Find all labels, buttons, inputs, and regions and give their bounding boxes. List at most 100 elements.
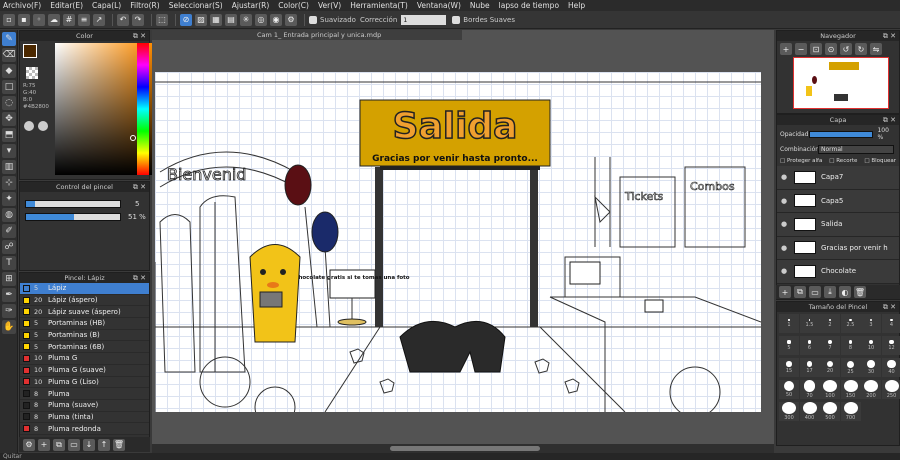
document-tab[interactable]: Cam 1_ Entrada principal y unica.mdp [152,30,462,40]
snap-off-icon[interactable]: ⊘ [180,13,192,26]
brush-size-preset[interactable]: 20 [820,358,840,377]
layer-merge-icon[interactable]: ⤓ [824,286,836,298]
menu-item[interactable]: Ventana(W) [417,1,461,10]
brush-size-preset[interactable]: 200 [861,380,881,399]
brush-size-preset[interactable]: 300 [779,402,799,421]
menu-item[interactable]: Archivo(F) [3,1,41,10]
magic-wand-icon[interactable]: ✦ [2,192,16,206]
brush-size-preset[interactable]: 2 [820,314,840,333]
brush-item[interactable]: 10 Pluma G (suave) [20,364,149,377]
move-tool-icon[interactable]: ✥ [2,112,16,126]
zoom-out-icon[interactable]: − [795,43,807,55]
hand-tool-icon[interactable]: ✋ [2,320,16,334]
suavizado-checkbox[interactable] [309,15,317,24]
brush-size-preset[interactable]: 500 [820,402,840,421]
main-color-swatch[interactable] [23,44,37,58]
layer-folder-icon[interactable]: ▭ [809,286,821,298]
clip-checkbox[interactable]: □ Recorte [829,158,857,164]
horizontal-scroll-thumb[interactable] [390,446,540,451]
brush-item[interactable]: 20 Lápiz (áspero) [20,294,149,307]
correccion-select[interactable]: 1 [401,14,447,25]
brush-size-preset[interactable]: 17 [799,358,820,377]
drawing-canvas[interactable]: Salida Gracias por venir hasta pronto...… [155,72,761,412]
brush-item[interactable]: 20 Lápiz suave (áspero) [20,306,149,319]
menu-item[interactable]: Herramienta(T) [350,1,408,10]
pen-tool-icon[interactable]: ✎ [2,32,16,46]
lock-checkbox[interactable]: □ Bloquear [864,158,896,164]
visibility-eye-icon[interactable]: ● [777,197,791,205]
redo-icon[interactable]: ↷ [132,13,144,26]
cloud-icon[interactable]: ☁ [48,13,60,26]
undo-icon[interactable]: ↶ [117,13,129,26]
menu-item[interactable]: Filtro(R) [130,1,159,10]
brush-add-icon[interactable]: + [38,438,50,451]
brush-item[interactable]: 8 Pluma (suave) [20,399,149,412]
lasso-fill-icon[interactable]: ◍ [2,208,16,222]
menu-item[interactable]: Nube [470,1,490,10]
brush-size-preset[interactable]: 150 [840,380,861,399]
layer-mask-icon[interactable]: ◐ [839,286,851,298]
zoom-reset-icon[interactable]: ⊙ [825,43,837,55]
flip-icon[interactable]: ⇋ [870,43,882,55]
menu-item[interactable]: Capa(L) [92,1,121,10]
brush-item[interactable]: 8 Pluma redonda [20,423,149,435]
brush-size-preset[interactable]: 40 [881,358,900,377]
visibility-eye-icon[interactable]: ● [777,220,791,228]
hue-slider[interactable] [137,43,149,175]
brush-item[interactable]: 10 Pluma G [20,353,149,365]
layer-opacity-slider[interactable] [809,130,874,138]
brush-size-preset[interactable]: 6 [799,336,820,355]
menu-item[interactable]: Ver(V) [318,1,341,10]
brush-size-preset[interactable]: 30 [861,358,881,377]
snap-curve-icon[interactable]: ◉ [270,13,282,26]
frame-tool-icon[interactable]: ⊞ [2,272,16,286]
layer-item[interactable]: ● Salida [777,213,899,237]
transparent-color-swatch[interactable] [26,67,38,79]
brush-size-preset[interactable]: 250 [881,380,900,399]
transform-tool-icon[interactable]: ⬒ [2,128,16,142]
gradient-tool-icon[interactable]: ▥ [2,160,16,174]
brush-size-preset[interactable]: 5 [779,336,799,355]
brush-folder-icon[interactable]: ▭ [68,438,80,451]
bordes-checkbox[interactable] [452,15,461,24]
brush-size-preset[interactable]: 400 [799,402,820,421]
brush-size-preset[interactable]: 7 [820,336,840,355]
eraser2-tool-icon[interactable]: ◆ [2,64,16,78]
layer-item[interactable]: ● Gracias por venir h [777,236,899,260]
brush-opacity-slider[interactable] [25,213,121,221]
brush-size-preset[interactable]: 1.5 [799,314,820,333]
brush-size-preset[interactable]: 2.5 [840,314,861,333]
eyedropper-icon[interactable]: ✒ [2,288,16,302]
menu-item[interactable]: Seleccionar(S) [169,1,223,10]
share-icon[interactable]: ↗ [93,13,105,26]
comment-icon[interactable]: ◦ [33,13,45,26]
palette-icon[interactable] [24,121,34,131]
brush-size-preset[interactable]: 50 [779,380,799,399]
snap-perspective-icon[interactable]: ▤ [225,13,237,26]
brush-size-preset[interactable]: 12 [881,336,900,355]
brush-size-preset[interactable]: 70 [799,380,820,399]
menu-item[interactable]: Ajustar(R) [232,1,270,10]
rotate-left-icon[interactable]: ↺ [840,43,852,55]
color-wheel-icon[interactable] [38,121,48,131]
smudge-tool-icon[interactable]: ☍ [2,240,16,254]
snap-cross-icon[interactable]: ▦ [210,13,222,26]
snap-settings-icon[interactable]: ⚙ [285,13,297,26]
brush-item[interactable]: 5 Portaminas (6B) [20,341,149,354]
layers-icon[interactable]: ≡ [78,13,90,26]
rect-select-icon[interactable]: □ [2,80,16,94]
brush-item[interactable]: 8 Pluma (tinta) [20,411,149,424]
select-pen-icon[interactable]: ⊹ [2,176,16,190]
visibility-eye-icon[interactable]: ● [777,267,791,275]
lasso-tool-icon[interactable]: ◌ [2,96,16,110]
brush-size-preset[interactable]: 25 [840,358,861,377]
snap-radial-icon[interactable]: ✳ [240,13,252,26]
new-file-icon[interactable]: ▫ [3,13,15,26]
brush-size-preset[interactable]: 100 [820,380,840,399]
open-icon[interactable]: ▪ [18,13,30,26]
brush-item[interactable]: 8 Pluma [20,388,149,400]
brush-size-preset[interactable]: 700 [840,402,861,421]
brush-size-slider[interactable] [25,200,121,208]
snap-parallel-icon[interactable]: ▨ [195,13,207,26]
brush-import-icon[interactable]: ↓ [83,438,95,451]
